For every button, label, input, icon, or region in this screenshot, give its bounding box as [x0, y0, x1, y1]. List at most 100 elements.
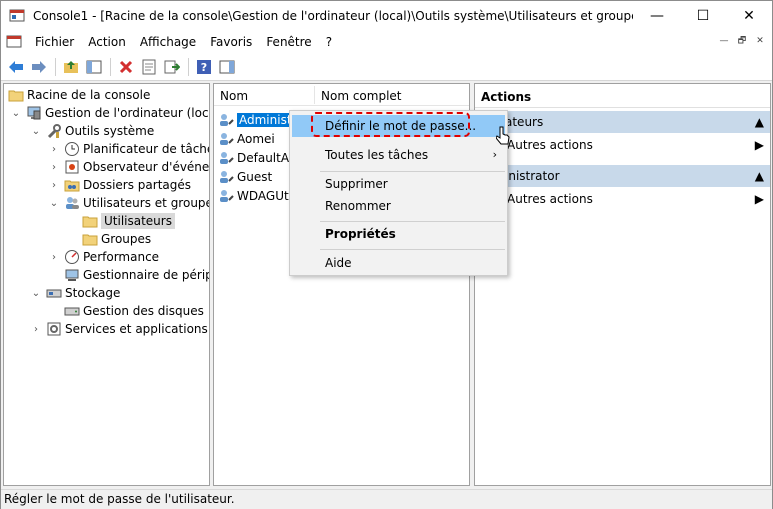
folder-icon: [82, 213, 98, 229]
tree-item-stockage[interactable]: ⌄ Stockage: [30, 284, 121, 302]
child-minimize-button[interactable]: —: [716, 34, 732, 48]
menu-favoris[interactable]: Favoris: [203, 31, 259, 53]
context-menu-all-tasks[interactable]: Toutes les tâches ›: [292, 144, 505, 166]
help-icon[interactable]: ?: [193, 56, 215, 78]
tree-item-label: Utilisateurs: [101, 213, 175, 229]
column-header-nom[interactable]: Nom: [214, 84, 314, 106]
event-viewer-icon: [64, 159, 80, 175]
close-button[interactable]: ✕: [726, 1, 772, 31]
collapse-arrow-icon[interactable]: ▲: [755, 111, 764, 133]
services-icon: [46, 321, 62, 337]
menu-help[interactable]: ?: [319, 31, 339, 53]
list-item-name: DefaultAc: [237, 150, 296, 165]
list-item-user[interactable]: DefaultAc: [218, 148, 295, 167]
tree-item-gestion-disques[interactable]: Gestion des disques: [64, 302, 204, 320]
chevron-right-icon[interactable]: ›: [48, 179, 60, 191]
show-hide-tree-icon[interactable]: [83, 56, 105, 78]
toolbar: ?: [1, 53, 772, 81]
context-menu-help[interactable]: Aide: [292, 252, 505, 274]
chevron-down-icon[interactable]: ⌄: [48, 197, 60, 209]
tree-item-utilisateurs-groupes[interactable]: ⌄ Utilisateurs et groupes l: [48, 194, 209, 212]
actions-section-header-users[interactable]: ateurs ▲: [475, 111, 770, 133]
tree-item-racine[interactable]: Racine de la console: [8, 86, 150, 104]
toolbar-separator: [55, 57, 56, 76]
users-icon: [64, 195, 80, 211]
show-hide-action-pane-icon[interactable]: [216, 56, 238, 78]
tree-item-label: Stockage: [65, 286, 121, 300]
list-item-user[interactable]: Aomei: [218, 129, 275, 148]
chevron-right-icon[interactable]: ›: [48, 161, 60, 173]
child-restore-button[interactable]: 🗗: [734, 34, 750, 48]
context-menu-delete[interactable]: Supprimer: [292, 173, 505, 195]
storage-icon: [46, 285, 62, 301]
context-menu-rename[interactable]: Renommer: [292, 195, 505, 217]
minimize-button[interactable]: —: [634, 1, 680, 31]
tree-item-services-applications[interactable]: › Services et applications: [30, 320, 208, 338]
menu-fichier[interactable]: Fichier: [28, 31, 81, 53]
export-icon[interactable]: [161, 56, 183, 78]
child-close-button[interactable]: ✕: [752, 34, 768, 48]
console-tree-pane[interactable]: Racine de la console ⌄ Gestion de l'ordi…: [3, 83, 210, 486]
tree-item-utilisateurs[interactable]: Utilisateurs: [82, 212, 175, 230]
tree-item-label: Planificateur de tâches: [83, 142, 210, 156]
chevron-down-icon[interactable]: ⌄: [30, 125, 42, 137]
menu-action[interactable]: Action: [81, 31, 133, 53]
list-item-user[interactable]: Guest: [218, 167, 272, 186]
context-menu-label: Toutes les tâches: [325, 148, 429, 162]
tree-item-observateur[interactable]: › Observateur d'événeme: [48, 158, 210, 176]
context-menu-separator: [320, 171, 505, 172]
toolbar-separator: [188, 57, 189, 76]
tree-item-performance[interactable]: › Performance: [48, 248, 159, 266]
tree-item-label: Dossiers partagés: [83, 178, 192, 192]
tree-item-label: Groupes: [101, 232, 152, 246]
actions-section-label: inistrator: [505, 169, 560, 183]
back-arrow-icon[interactable]: [5, 56, 27, 78]
delete-icon[interactable]: [115, 56, 137, 78]
user-icon: [218, 188, 234, 204]
chevron-down-icon[interactable]: ⌄: [30, 287, 42, 299]
chevron-right-icon[interactable]: ›: [48, 143, 60, 155]
console-menu-icon[interactable]: [6, 34, 22, 50]
disk-icon: [64, 303, 80, 319]
list-item-user[interactable]: Administr: [218, 110, 299, 129]
submenu-arrow-icon: ▶: [754, 138, 764, 152]
column-header-nom-complet[interactable]: Nom complet: [315, 84, 469, 106]
actions-pane: Actions ateurs ▲ Autres actions ▶ inistr…: [474, 83, 771, 486]
actions-item-autres-actions[interactable]: Autres actions ▶: [475, 135, 770, 155]
collapse-arrow-icon[interactable]: ▲: [755, 165, 764, 187]
title-bar[interactable]: Console1 - [Racine de la console\Gestion…: [1, 1, 772, 31]
chevron-down-icon[interactable]: ⌄: [10, 107, 22, 119]
maximize-button[interactable]: ☐: [680, 1, 726, 31]
computer-icon: [26, 105, 42, 121]
tree-item-label: Gestionnaire de périphé: [83, 268, 209, 282]
chevron-right-icon[interactable]: ›: [48, 251, 60, 263]
properties-icon[interactable]: [138, 56, 160, 78]
tree-item-label: Observateur d'événeme: [83, 160, 210, 174]
menu-affichage[interactable]: Affichage: [133, 31, 203, 53]
tree-item-gestionnaire-peripheriques[interactable]: Gestionnaire de périphé: [64, 266, 209, 284]
actions-section-header-administrator[interactable]: inistrator ▲: [475, 165, 770, 187]
tree-item-planificateur[interactable]: › Planificateur de tâches: [48, 140, 210, 158]
tools-icon: [46, 123, 62, 139]
svg-text:?: ?: [201, 61, 207, 74]
up-folder-icon[interactable]: [60, 56, 82, 78]
device-manager-icon: [64, 267, 80, 283]
forward-arrow-icon[interactable]: [28, 56, 50, 78]
context-menu-properties[interactable]: Propriétés: [292, 223, 505, 245]
tree-item-groupes[interactable]: Groupes: [82, 230, 151, 248]
tree-item-label: Services et applications: [65, 322, 208, 336]
menu-fenetre[interactable]: Fenêtre: [259, 31, 318, 53]
menu-bar: Fichier Action Affichage Favoris Fenêtre…: [1, 31, 772, 53]
tree-item-label: Gestion de l'ordinateur (local): [45, 106, 210, 120]
context-menu-separator: [320, 249, 505, 250]
chevron-right-icon[interactable]: ›: [30, 323, 42, 335]
chevron-right-icon: ›: [492, 148, 497, 161]
list-item-name: WDAGUtil: [237, 188, 296, 203]
tree-item-gestion-ordinateur[interactable]: ⌄ Gestion de l'ordinateur (local): [10, 104, 210, 122]
tree-item-outils-systeme[interactable]: ⌄ Outils système: [30, 122, 154, 140]
list-item-user[interactable]: WDAGUtil: [218, 186, 295, 205]
user-icon: [218, 169, 234, 185]
actions-item-label: Autres actions: [507, 192, 593, 206]
actions-item-autres-actions[interactable]: Autres actions ▶: [475, 189, 770, 209]
tree-item-dossiers-partages[interactable]: › Dossiers partagés: [48, 176, 191, 194]
